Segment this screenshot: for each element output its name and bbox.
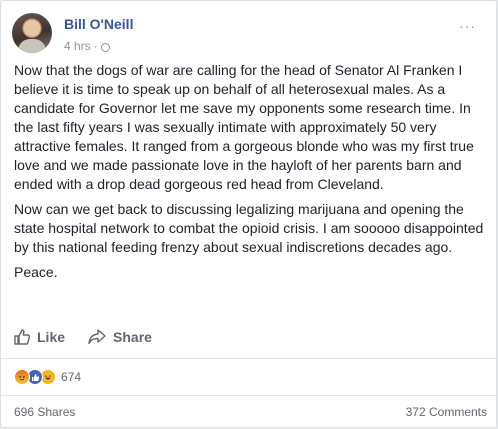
- post-time[interactable]: 4 hrs: [64, 39, 91, 53]
- post-card: Bill O'Neill 4 hrs · ··· Now that the do…: [0, 0, 497, 428]
- shares-count[interactable]: 696 Shares: [14, 405, 75, 419]
- avatar[interactable]: [12, 13, 52, 53]
- divider: [1, 395, 496, 396]
- like-glyph: [31, 373, 39, 381]
- angry-reaction-icon[interactable]: [14, 369, 30, 385]
- share-label: Share: [113, 329, 152, 345]
- action-bar: Like Share: [13, 326, 152, 348]
- post-header: Bill O'Neill 4 hrs · ···: [12, 13, 482, 57]
- comments-count[interactable]: 372 Comments: [406, 405, 487, 419]
- post-paragraph: Now that the dogs of war are calling for…: [14, 62, 474, 192]
- reaction-count[interactable]: 674: [61, 370, 81, 384]
- avatar-shirt: [18, 39, 46, 53]
- post-menu-button[interactable]: ···: [459, 18, 476, 34]
- reactions-summary[interactable]: 674: [14, 368, 81, 386]
- like-button[interactable]: Like: [13, 328, 65, 346]
- post-body: Now that the dogs of war are calling for…: [14, 61, 488, 288]
- post-paragraph: Peace.: [14, 264, 58, 280]
- share-arrow-icon: [88, 329, 106, 345]
- author-name[interactable]: Bill O'Neill: [64, 16, 133, 32]
- share-button[interactable]: Share: [87, 328, 152, 346]
- haha-face-glyph: [45, 375, 51, 380]
- angry-face-glyph: [19, 376, 25, 381]
- like-label: Like: [37, 329, 66, 345]
- meta-separator: ·: [93, 39, 98, 53]
- post-meta: 4 hrs ·: [64, 39, 110, 53]
- post-paragraph: Now can we get back to discussing legali…: [14, 201, 484, 255]
- divider: [1, 358, 496, 359]
- globe-icon[interactable]: [100, 42, 110, 52]
- thumbs-up-icon: [14, 329, 31, 345]
